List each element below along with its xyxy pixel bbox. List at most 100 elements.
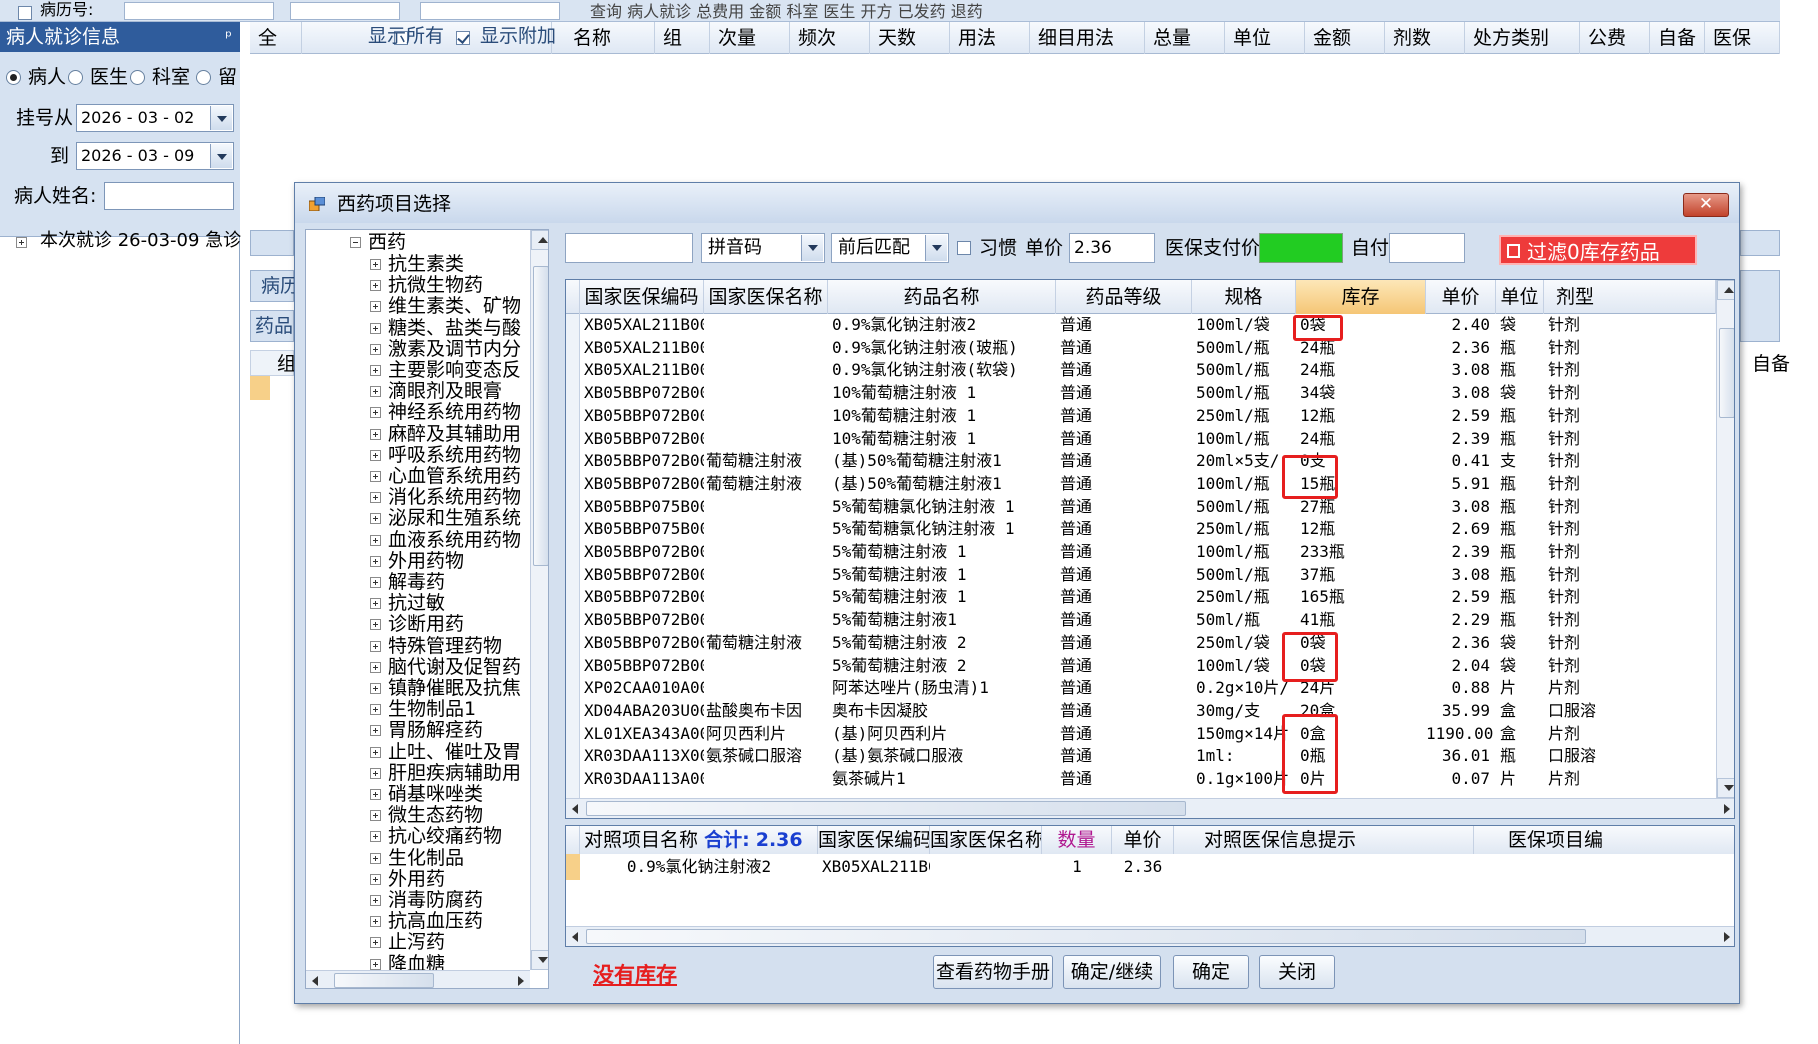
record-number-checkbox[interactable] [18,6,32,20]
chevron-down-icon[interactable] [210,144,232,168]
tree-category-item[interactable]: 抗过敏 [388,593,445,614]
self-pay-input[interactable] [1389,233,1465,263]
chevron-down-icon[interactable] [801,235,823,261]
expand-icon[interactable] [370,577,381,588]
tree-category-item[interactable]: 肝胆疾病辅助用 [388,762,521,784]
table-row[interactable]: XB05BBP072B0025%葡萄糖注射液 2普通100ml/袋0袋2.04袋… [566,655,1716,678]
tree-category-item[interactable]: 止泻药 [388,932,445,953]
close-icon[interactable]: ✕ [1683,193,1729,217]
col-unit[interactable]: 单位 [1225,22,1305,54]
scroll-up-icon[interactable] [1717,280,1734,300]
selected-hscroll-thumb[interactable] [586,929,1586,944]
expand-icon[interactable] [370,810,381,822]
table-row[interactable]: XB05XAL211B002 0.9%氯化钠注射液(软袋) 普通 500ml/瓶 24瓶… [566,359,1716,382]
expand-icon[interactable] [370,343,381,355]
col-stock[interactable]: 库存 [1296,280,1426,314]
tree-category-item[interactable]: 外用药 [388,868,445,890]
price-input[interactable]: 2.36 [1069,233,1155,263]
bg-tab-record[interactable]: 病历 [250,270,299,302]
tree-hscroll[interactable] [306,970,530,988]
expand-icon[interactable] [370,895,381,906]
table-row[interactable]: XB05BBP072B002 5%葡萄糖注射液1 普通 50ml/瓶 41瓶 2.29 瓶 针… [566,609,1716,632]
top-strip-button[interactable] [290,2,400,20]
table-row[interactable]: XB05BBP072B002 10%葡萄糖注射液 1 普通 250ml/瓶 12瓶 2.5… [566,405,1716,428]
table-row[interactable]: XR03DAA113A001氨茶碱片1普通0.1g×100片0片0.07片片剂 [566,768,1716,791]
expand-icon[interactable] [370,280,381,292]
tree-category-item[interactable]: 呼吸系统用药物 [388,444,521,466]
col-detail-usage[interactable]: 细目用法 [1030,22,1145,54]
confirm-button[interactable]: 确定 [1173,955,1249,989]
habit-checkbox[interactable] [957,241,971,255]
expand-icon[interactable] [370,746,381,758]
col-amount[interactable]: 金额 [1305,22,1385,54]
scroll-right-icon[interactable] [1716,799,1734,818]
table-row[interactable]: XB05BBP072B002葡萄糖注射液 (基)50%葡萄糖注射液1 普通 100ml… [566,473,1716,496]
tree-category-item[interactable]: 微生态药物 [388,805,483,826]
table-row[interactable]: XB05BBP072B002 10%葡萄糖注射液 1 普通 100ml/瓶 24瓶 2.3… [566,428,1716,451]
tree-category-item[interactable]: 抗微生物药 [388,275,483,296]
expand-icon[interactable] [370,683,381,694]
scroll-down-icon[interactable] [1717,778,1734,798]
expand-icon[interactable] [370,407,381,419]
tree-category-item[interactable]: 泌尿和生殖系统 [388,508,521,529]
selected-item-quantity[interactable]: 1 [1042,854,1112,880]
dialog-titlebar[interactable]: 西药项目选择 ✕ [295,183,1739,223]
col-national-code[interactable]: 国家医保编码 [818,826,930,854]
tree-category-item[interactable]: 止吐、催吐及胃 [388,741,521,763]
tree-category-item[interactable]: 心血管系统用药 [388,466,521,487]
radio-doctor[interactable] [68,70,83,85]
expand-icon[interactable] [370,937,381,949]
tree-vscroll[interactable] [530,230,548,970]
expand-icon[interactable] [370,725,381,737]
expand-icon[interactable] [370,386,381,398]
expand-icon[interactable] [370,831,381,843]
radio-dept[interactable] [130,70,145,85]
tree-category-item[interactable]: 解毒药 [388,572,445,593]
expand-icon[interactable] [370,259,381,270]
record-number-input[interactable] [124,2,274,20]
expand-icon[interactable] [370,301,381,313]
col-self[interactable]: 自备 [1650,22,1705,54]
tree-root[interactable]: 西药 [368,232,406,253]
col-national-name[interactable]: 国家医保名称 [930,826,1042,854]
table-row[interactable]: XB05BBP072B002 5%葡萄糖注射液 1 普通 100ml/瓶 233瓶 2.3… [566,541,1716,564]
selected-item-price[interactable]: 2.36 [1112,854,1174,880]
table-row[interactable]: XL01XEA343A001阿贝西利片(基)阿贝西利片普通150mg×14片0盒… [566,723,1716,746]
expand-icon[interactable] [370,958,381,970]
patient-name-input[interactable] [104,182,234,210]
col-frequency[interactable]: 频次 [790,22,870,54]
expand-icon[interactable] [370,492,381,504]
tree-category-item[interactable]: 诊断用药 [388,614,464,635]
view-drug-manual-button[interactable]: 查看药物手册 [933,955,1053,989]
tree-scroll-thumb[interactable] [533,266,548,566]
scroll-left-icon[interactable] [566,799,586,818]
table-row[interactable]: XB05XAL211B0020.9%氯化钠注射液(玻瓶)普通500ml/瓶24瓶… [566,337,1716,360]
tree-category-item[interactable]: 抗高血压药 [388,911,483,932]
expand-icon[interactable] [16,237,27,248]
table-row[interactable]: XP02CAA010A001阿苯达唑片(肠虫清)1普通0.2g×10片/24片0… [566,677,1716,700]
table-row[interactable]: XB05BBP072B002葡萄糖注射液5%葡萄糖注射液 2普通250ml/袋0… [566,632,1716,655]
scroll-right-icon[interactable] [1716,927,1734,946]
tree-category-item[interactable]: 特殊管理药物 [388,635,502,657]
tree-category-item[interactable]: 消化系统用药物 [388,487,521,508]
pin-icon[interactable]: ᵖ [225,22,232,52]
tree-category-item[interactable]: 激素及调节内分 [388,338,521,360]
expand-icon[interactable] [370,322,381,334]
col-national-name[interactable]: 国家医保名称 [704,280,828,314]
tree-category-item[interactable]: 生物制品1 [388,699,476,720]
tree-category-item[interactable]: 血液系统用药物 [388,529,521,551]
tree-category-item[interactable]: 生化制品 [388,847,464,869]
scroll-right-icon[interactable] [510,971,530,988]
tree-category-item[interactable]: 主要影响变态反 [388,360,521,381]
expand-icon[interactable] [370,449,381,461]
table-row[interactable]: XB05BBP072B002葡萄糖注射液 (基)50%葡萄糖注射液1 普通 20ml×… [566,450,1716,473]
input-mode-select[interactable]: 拼音码 [701,233,825,263]
scroll-left-icon[interactable] [566,927,586,946]
selected-item-national-name[interactable] [930,854,1042,880]
table-row[interactable]: XB05BBP072B002 5%葡萄糖注射液 1 普通 250ml/瓶 165瓶 2.5… [566,586,1716,609]
expand-icon[interactable] [370,661,381,673]
expand-icon[interactable] [370,555,381,567]
grid-vscroll[interactable] [1716,280,1734,798]
col-all[interactable]: 全 [250,22,302,54]
expand-icon[interactable] [370,513,381,525]
